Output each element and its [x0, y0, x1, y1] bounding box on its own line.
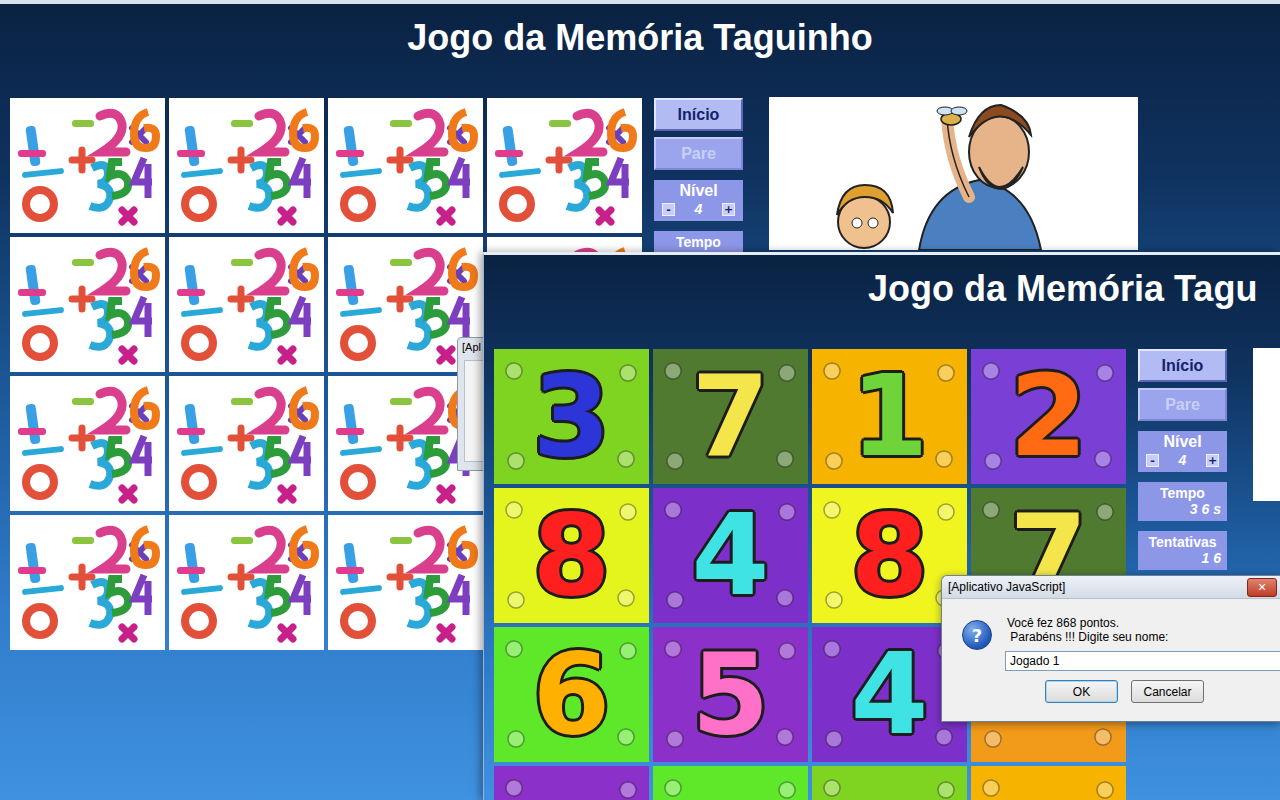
control-panel: Início Pare Nível - 4 + Tempo: [654, 98, 743, 274]
card-decoration-icon: [494, 766, 649, 800]
ok-button[interactable]: OK: [1045, 680, 1118, 703]
level-box: Nível - 4 +: [1138, 431, 1227, 472]
start-button[interactable]: Início: [654, 98, 743, 131]
dialog-message: Você fez 868 pontos.: [1007, 616, 1280, 630]
memory-card[interactable]: [169, 237, 324, 372]
name-input[interactable]: [1005, 651, 1280, 671]
attempts-box: Tentativas1 6: [1138, 531, 1227, 570]
illustration-icon: [769, 97, 1138, 250]
dialog-title: [Apl: [458, 338, 486, 353]
card-digit: 5: [692, 627, 770, 762]
time-box: Tempo3 6 s: [1138, 482, 1227, 521]
card-digit: 3: [533, 349, 611, 484]
card-back-icon: [10, 515, 165, 650]
dialog-title-bar[interactable]: [Aplicativo JavaScript] ✕: [942, 576, 1280, 599]
memory-card[interactable]: 6: [494, 627, 649, 762]
memory-card[interactable]: 3: [494, 349, 649, 484]
level-controls: - 4 +: [660, 200, 737, 218]
level-label: Nível: [660, 182, 737, 200]
level-label: Nível: [1144, 433, 1221, 451]
card-back-icon: [10, 237, 165, 372]
memory-card[interactable]: [328, 515, 483, 650]
card-back-icon: [169, 237, 324, 372]
question-icon: ?: [962, 620, 992, 650]
memory-card[interactable]: 1: [812, 349, 967, 484]
illustration: [769, 97, 1138, 250]
memory-card[interactable]: [487, 98, 642, 233]
level-increase-button[interactable]: +: [722, 203, 735, 216]
control-panel: Início Pare Nível - 4 + Tempo3 6 s Tentativas1 …: [1138, 349, 1227, 576]
illustration: [1253, 348, 1280, 501]
memory-card[interactable]: 5: [653, 627, 808, 762]
card-decoration-icon: [653, 766, 808, 800]
dialog-buttons: OK Cancelar: [1045, 680, 1280, 703]
card-digit: 8: [851, 488, 929, 623]
dialog-body: ? Você fez 868 pontos. Parabéns !!! Digit…: [942, 599, 1280, 703]
memory-card[interactable]: [494, 766, 649, 800]
time-label: Tempo: [1144, 485, 1221, 501]
card-digit: 4: [851, 627, 929, 762]
memory-card[interactable]: [169, 98, 324, 233]
attempts-label: Tentativas: [1144, 534, 1221, 550]
card-decoration-icon: [971, 766, 1126, 800]
memory-card[interactable]: 7: [653, 349, 808, 484]
card-digit: 6: [533, 627, 611, 762]
card-back-icon: [10, 98, 165, 233]
card-digit: 8: [533, 488, 611, 623]
card-digit: 1: [851, 349, 929, 484]
time-value: 3 6 s: [1144, 501, 1221, 518]
stop-button: Pare: [1138, 388, 1227, 421]
card-back-icon: [487, 98, 642, 233]
memory-card[interactable]: [10, 376, 165, 511]
close-button[interactable]: ✕: [1247, 578, 1277, 597]
start-button[interactable]: Início: [1138, 349, 1227, 382]
card-digit: 4: [692, 488, 770, 623]
time-label: Tempo: [660, 234, 737, 250]
page-title: Jogo da Memória Tagu: [484, 255, 1280, 349]
level-value: 4: [1179, 452, 1187, 468]
level-value: 4: [695, 201, 703, 217]
memory-card[interactable]: [971, 766, 1126, 800]
level-increase-button[interactable]: +: [1206, 454, 1219, 467]
stop-button: Pare: [654, 137, 743, 170]
page-title: Jogo da Memória Taguinho: [0, 4, 1280, 98]
memory-card[interactable]: [169, 376, 324, 511]
card-back-icon: [328, 515, 483, 650]
memory-card[interactable]: [812, 766, 967, 800]
memory-card[interactable]: 2: [971, 349, 1126, 484]
memory-card[interactable]: [10, 237, 165, 372]
cancel-button[interactable]: Cancelar: [1131, 680, 1204, 703]
card-decoration-icon: [812, 766, 967, 800]
level-decrease-button[interactable]: -: [662, 203, 675, 216]
prompt-dialog: [Aplicativo JavaScript] ✕? Você fez 868 po…: [941, 575, 1280, 722]
dialog-content: Você fez 868 pontos. Parabéns !!! Digite…: [1007, 616, 1280, 703]
memory-card[interactable]: 4: [653, 488, 808, 623]
card-back-icon: [169, 98, 324, 233]
memory-card[interactable]: [653, 766, 808, 800]
dialog-title: [Aplicativo JavaScript]: [942, 580, 1065, 594]
card-back-icon: [10, 376, 165, 511]
card-digit: 7: [692, 349, 770, 484]
level-controls: - 4 +: [1144, 451, 1221, 469]
level-decrease-button[interactable]: -: [1146, 454, 1159, 467]
card-back-icon: [328, 98, 483, 233]
card-digit: 2: [1010, 349, 1088, 484]
memory-card[interactable]: [328, 98, 483, 233]
memory-card[interactable]: 8: [494, 488, 649, 623]
card-back-icon: [169, 515, 324, 650]
level-box: Nível - 4 +: [654, 180, 743, 221]
memory-card[interactable]: [10, 515, 165, 650]
card-back-icon: [169, 376, 324, 511]
memory-card[interactable]: [10, 98, 165, 233]
dialog-message: Parabéns !!! Digite seu nome:: [1007, 630, 1280, 644]
attempts-value: 1 6: [1144, 550, 1221, 567]
memory-card[interactable]: [169, 515, 324, 650]
